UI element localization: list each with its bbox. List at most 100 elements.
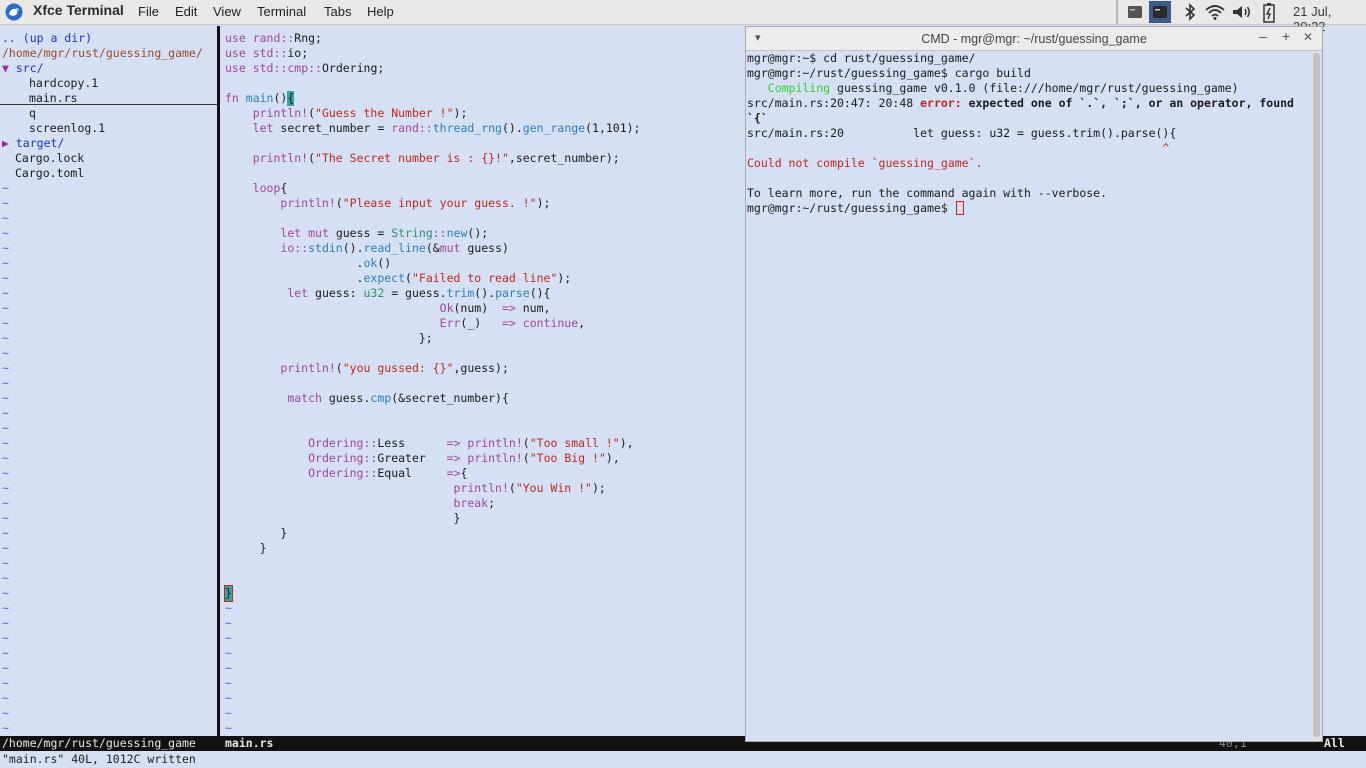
tree-tilde-line: ~ bbox=[2, 346, 9, 360]
terminal-title: CMD - mgr@mgr: ~/rust/guessing_game bbox=[921, 32, 1147, 46]
minimize-button[interactable]: – bbox=[1259, 29, 1267, 44]
term-line-9: To learn more, run the command again wit… bbox=[747, 186, 1108, 200]
term-line-3: Compiling guessing_game v0.1.0 (file:///… bbox=[747, 81, 1239, 95]
tree-tilde-line: ~ bbox=[2, 331, 9, 345]
wifi-icon[interactable] bbox=[1205, 3, 1225, 21]
code-line-16: .ok() bbox=[225, 256, 392, 270]
tree-tilde-line: ~ bbox=[2, 436, 9, 450]
menu-view[interactable]: View bbox=[213, 4, 241, 19]
tree-tilde-line: ~ bbox=[2, 721, 9, 735]
code-line-33: } bbox=[225, 511, 461, 525]
tree-tilde-line: ~ bbox=[2, 556, 9, 570]
code-line-31: println!("You Win !"); bbox=[453, 481, 606, 495]
code-line-25: match guess.cmp(&secret_number){ bbox=[287, 391, 509, 405]
terminal-scrollbar[interactable] bbox=[1312, 51, 1321, 741]
code-line-1: use rand::Rng; bbox=[225, 31, 322, 45]
term-line-5: `{` bbox=[747, 111, 768, 125]
menu-edit[interactable]: Edit bbox=[175, 4, 197, 19]
tree-root-path[interactable]: /home/mgr/rust/guessing_game/ bbox=[2, 46, 203, 61]
tree-tilde-line: ~ bbox=[2, 661, 9, 675]
code-line-20: Err(_) => continue, bbox=[439, 316, 586, 330]
tree-tilde-line: ~ bbox=[2, 301, 9, 315]
terminal-titlebar[interactable]: ▾ CMD - mgr@mgr: ~/rust/guessing_game – … bbox=[746, 27, 1322, 51]
tree-tilde-line: ~ bbox=[2, 211, 9, 225]
term-line-6: src/main.rs:20 let guess: u32 = guess.tr… bbox=[747, 126, 1177, 140]
code-tilde-line: ~ bbox=[225, 616, 232, 630]
menu-terminal[interactable]: Terminal bbox=[257, 4, 306, 19]
top-panel: Xfce Terminal File Edit View Terminal Ta… bbox=[0, 0, 1366, 34]
tree-tilde-line: ~ bbox=[2, 646, 9, 660]
close-button[interactable]: ✕ bbox=[1303, 30, 1313, 45]
vim-command-line[interactable]: "main.rs" 40L, 1012C written bbox=[2, 752, 196, 767]
bluetooth-icon[interactable] bbox=[1184, 3, 1196, 21]
terminal-taskbar-icon[interactable] bbox=[1127, 3, 1143, 21]
term-line-4: src/main.rs:20:47: 20:48 error: expected… bbox=[747, 96, 1294, 110]
tree-tilde-line: ~ bbox=[2, 691, 9, 705]
code-line-23: println!("you gussed: {}",guess); bbox=[280, 361, 509, 375]
code-line-19: Ok(num) => num, bbox=[439, 301, 551, 315]
battery-icon[interactable] bbox=[1263, 3, 1275, 23]
tree-tilde-line: ~ bbox=[2, 421, 9, 435]
code-tilde-line: ~ bbox=[225, 721, 232, 735]
tree-src-label: src/ bbox=[15, 61, 44, 75]
code-line-17: .expect("Failed to read line"); bbox=[225, 271, 572, 285]
app-title: Xfce Terminal bbox=[33, 2, 124, 18]
tree-file-cargo-toml[interactable]: Cargo.toml bbox=[15, 166, 84, 181]
maximize-button[interactable]: + bbox=[1282, 29, 1290, 44]
term-line-1: mgr@mgr:~$ cd rust/guessing_game/ bbox=[747, 51, 976, 65]
tree-up-dir[interactable]: .. (up a dir) bbox=[2, 31, 92, 46]
code-line-12: println!("Please input your guess. !"); bbox=[280, 196, 551, 210]
tree-tilde-line: ~ bbox=[2, 451, 9, 465]
code-line-11: loop{ bbox=[252, 181, 288, 195]
code-tilde-line: ~ bbox=[225, 676, 232, 690]
tree-tilde-line: ~ bbox=[2, 226, 9, 240]
code-tilde-line: ~ bbox=[225, 601, 232, 615]
tree-tilde-line: ~ bbox=[2, 526, 9, 540]
volume-icon[interactable] bbox=[1232, 3, 1252, 21]
terminal-window[interactable]: ▾ CMD - mgr@mgr: ~/rust/guessing_game – … bbox=[745, 26, 1323, 742]
tree-tilde-line: ~ bbox=[2, 616, 9, 630]
tree-tilde-line: ~ bbox=[2, 496, 9, 510]
tree-tilde-line: ~ bbox=[2, 271, 9, 285]
code-line-28: Ordering::Less => println!("Too small !"… bbox=[308, 436, 634, 450]
code-line-18: let guess: u32 = guess.trim().parse(){ bbox=[287, 286, 551, 300]
code-line-30: Ordering::Equal =>{ bbox=[308, 466, 468, 480]
tree-file-screenlog[interactable]: screenlog.1 bbox=[29, 121, 105, 136]
code-line-35: } bbox=[225, 526, 288, 540]
menu-tabs[interactable]: Tabs bbox=[324, 4, 351, 19]
tree-tilde-line: ~ bbox=[2, 541, 9, 555]
tree-tilde-line: ~ bbox=[2, 631, 9, 645]
code-line-5: fn main(){ bbox=[225, 91, 295, 106]
menu-help[interactable]: Help bbox=[367, 4, 394, 19]
system-tray: 21 Jul, 20:22 bbox=[1116, 0, 1366, 34]
tree-src-dir[interactable]: ▼ src/ bbox=[2, 61, 44, 76]
tree-file-hardcopy[interactable]: hardcopy.1 bbox=[29, 76, 98, 91]
code-line-32: break; bbox=[453, 496, 496, 510]
scrollbar-thumb[interactable] bbox=[1313, 53, 1320, 737]
menu-file[interactable]: File bbox=[138, 4, 159, 19]
term-prompt[interactable]: mgr@mgr:~/rust/guessing_game$ bbox=[747, 201, 955, 216]
tree-file-q[interactable]: q bbox=[29, 106, 36, 121]
tree-target-label: target/ bbox=[15, 136, 65, 150]
tree-tilde-line: ~ bbox=[2, 316, 9, 330]
xfce-logo-icon[interactable] bbox=[5, 3, 23, 21]
tree-tilde-line: ~ bbox=[2, 256, 9, 270]
tree-file-cargo-lock[interactable]: Cargo.lock bbox=[15, 151, 84, 166]
code-line-3: use std::cmp::Ordering; bbox=[225, 61, 385, 75]
tree-tilde-line: ~ bbox=[2, 466, 9, 480]
code-line-2: use std::io; bbox=[225, 46, 309, 60]
code-line-6: println!("Guess the Number !"); bbox=[252, 106, 468, 120]
code-line-40: } bbox=[224, 585, 233, 602]
tree-target-dir[interactable]: ▶ target/ bbox=[2, 136, 64, 151]
code-line-15: io::stdin().read_line(&mut guess) bbox=[280, 241, 509, 255]
code-tilde-line: ~ bbox=[225, 631, 232, 645]
tree-arrow-closed: ▶ bbox=[2, 136, 9, 150]
code-tilde-line: ~ bbox=[225, 691, 232, 705]
tray-separator bbox=[1116, 0, 1118, 24]
tree-arrow-open: ▼ bbox=[2, 61, 9, 75]
terminal-taskbar-icon-active[interactable] bbox=[1149, 1, 1171, 23]
tree-tilde-line: ~ bbox=[2, 676, 9, 690]
tree-tilde-line: ~ bbox=[2, 376, 9, 390]
tree-tilde-line: ~ bbox=[2, 406, 9, 420]
tree-tilde-line: ~ bbox=[2, 241, 9, 255]
